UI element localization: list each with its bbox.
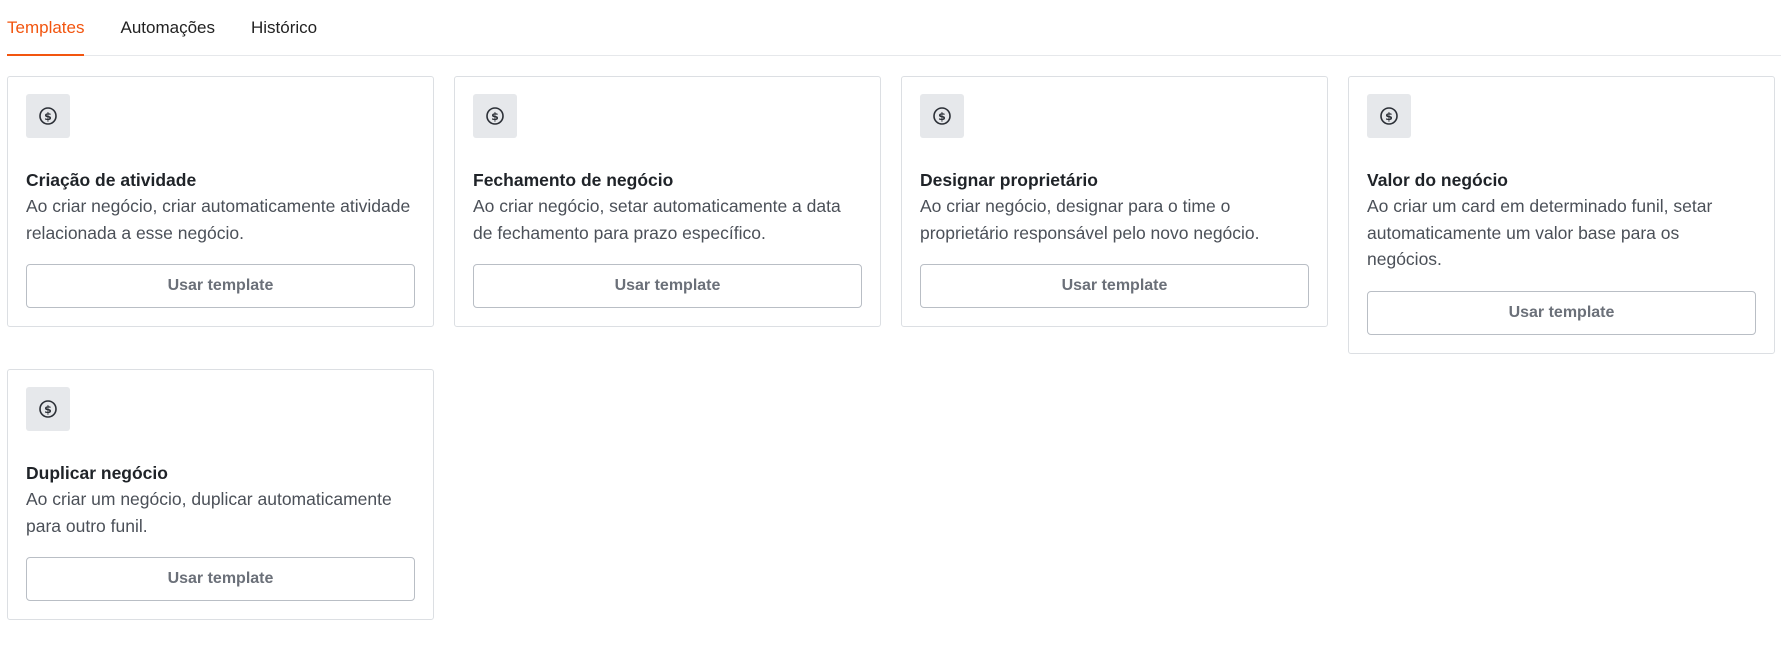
svg-text:$: $ (44, 403, 52, 416)
dollar-circle-icon: $ (473, 94, 517, 138)
dollar-circle-icon: $ (920, 94, 964, 138)
use-template-button[interactable]: Usar template (1367, 290, 1756, 335)
card-title: Designar proprietário (920, 170, 1098, 190)
svg-text:$: $ (938, 110, 946, 123)
template-card-criacao-atividade: $ Criação de atividade Ao criar negócio,… (7, 76, 434, 327)
use-template-button[interactable]: Usar template (26, 557, 415, 601)
tab-templates[interactable]: Templates (7, 0, 85, 56)
card-title: Criação de atividade (26, 170, 197, 190)
automations-page: Templates Automações Histórico $ Criação… (0, 0, 1784, 652)
card-title: Duplicar negócio (26, 463, 168, 483)
use-template-button[interactable]: Usar template (26, 264, 415, 308)
svg-text:$: $ (44, 110, 52, 123)
template-grid: $ Criação de atividade Ao criar negócio,… (7, 56, 1781, 636)
tab-historico[interactable]: Histórico (251, 0, 317, 55)
card-description: Ao criar um negócio, duplicar automatica… (26, 489, 392, 536)
use-template-button[interactable]: Usar template (920, 264, 1309, 308)
svg-text:$: $ (491, 110, 499, 123)
svg-text:$: $ (1385, 110, 1393, 123)
card-description: Ao criar negócio, designar para o time o… (920, 196, 1260, 243)
tab-automacoes[interactable]: Automações (120, 0, 215, 55)
template-card-designar-proprietario: $ Designar proprietário Ao criar negócio… (901, 76, 1328, 327)
template-card-valor-negocio: $ Valor do negócio Ao criar um card em d… (1348, 76, 1775, 354)
dollar-circle-icon: $ (1367, 94, 1411, 138)
card-title: Valor do negócio (1367, 170, 1508, 190)
template-card-fechamento-negocio: $ Fechamento de negócio Ao criar negócio… (454, 76, 881, 327)
dollar-circle-icon: $ (26, 94, 70, 138)
template-card-duplicar-negocio: $ Duplicar negócio Ao criar um negócio, … (7, 369, 434, 620)
tab-bar: Templates Automações Histórico (7, 0, 1781, 56)
use-template-button[interactable]: Usar template (473, 264, 862, 308)
card-description: Ao criar negócio, criar automaticamente … (26, 196, 411, 243)
card-title: Fechamento de negócio (473, 170, 674, 190)
dollar-circle-icon: $ (26, 387, 70, 431)
card-description: Ao criar negócio, setar automaticamente … (473, 196, 841, 243)
card-description: Ao criar um card em determinado funil, s… (1367, 196, 1713, 269)
